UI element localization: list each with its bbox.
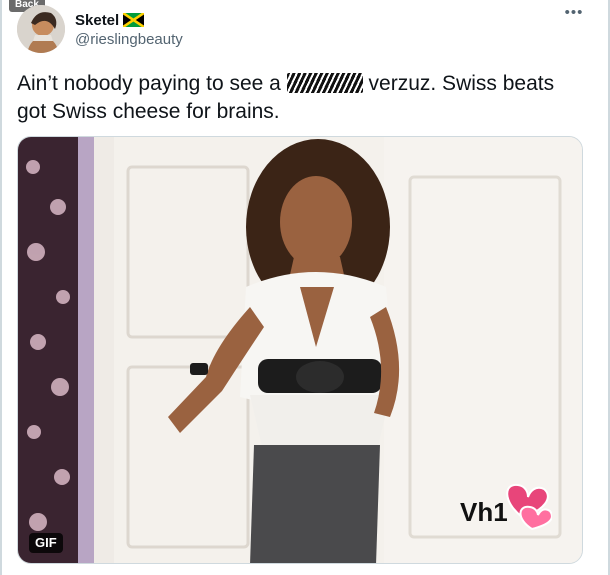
tweet-text: Ain’t nobody paying to see a verzuz. Swi…	[17, 70, 587, 126]
author-display-name[interactable]: Sketel	[75, 12, 119, 29]
tweet-media-gif[interactable]: Vh1 GIF	[17, 136, 583, 564]
watermark-text: Vh1	[460, 497, 508, 527]
avatar[interactable]	[17, 5, 65, 53]
more-horizontal-icon[interactable]: •••	[564, 5, 584, 22]
tweet-text-part-1: Ain’t nobody paying to see a	[17, 72, 287, 95]
jamaica-flag-icon	[122, 11, 145, 29]
window-border-left	[0, 0, 2, 575]
author-handle[interactable]: @rieslingbeauty	[75, 31, 183, 48]
censored-word-scribble	[286, 73, 363, 93]
author-name-row[interactable]: Sketel	[75, 11, 145, 29]
gif-badge: GIF	[29, 533, 63, 553]
avatar-image	[17, 5, 65, 53]
vh1-watermark: Vh1	[452, 477, 552, 537]
